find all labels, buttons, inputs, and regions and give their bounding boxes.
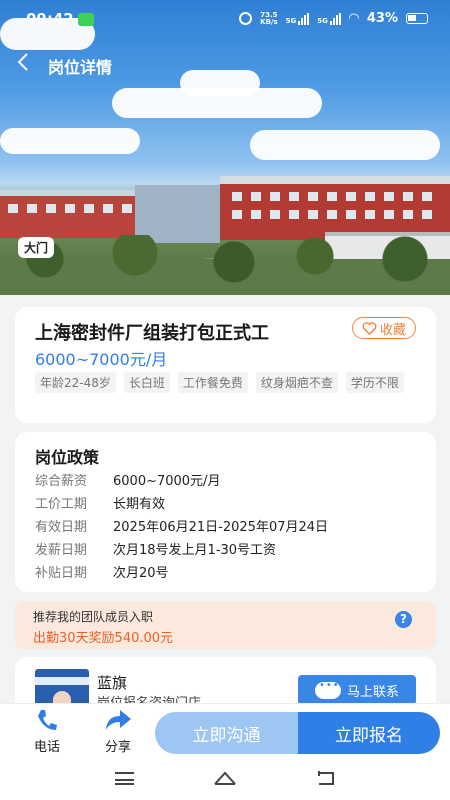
phone-button[interactable]: 电话 <box>22 708 72 755</box>
job-tag: 学历不限 <box>345 372 404 393</box>
referral-reward: 出勤30天奖励540.00元 <box>33 631 174 646</box>
favorite-label: 收藏 <box>379 322 406 338</box>
policy-value: 2025年06月21日-2025年07月24日 <box>113 520 329 535</box>
chat-bubble-icon <box>314 680 341 699</box>
job-policy-card: 岗位政策 综合薪资 6000~7000元/月 工价工期 长期有效 有效日期 20… <box>15 432 436 592</box>
policy-key: 综合薪资 <box>35 474 88 489</box>
page-title: 岗位详情 <box>48 58 113 77</box>
chat-now-button[interactable]: 立即沟通 <box>155 712 298 754</box>
job-title: 上海密封件厂组装打包正式工 <box>35 323 269 344</box>
policy-list: 综合薪资 6000~7000元/月 工价工期 长期有效 有效日期 2025年06… <box>35 468 328 583</box>
back-button[interactable] <box>16 52 40 76</box>
system-nav-bar <box>0 760 450 800</box>
policy-value: 6000~7000元/月 <box>113 474 221 489</box>
share-button[interactable]: 分享 <box>93 708 143 755</box>
net-speed: 73.5 KB/s <box>260 11 278 26</box>
home-icon[interactable] <box>213 770 237 786</box>
apply-now-button[interactable]: 立即报名 <box>298 712 440 754</box>
job-summary-card: 上海密封件厂组装打包正式工 收藏 6000~7000元/月 年龄22-48岁 长… <box>15 307 436 423</box>
heart-outline-icon <box>362 321 377 335</box>
job-hero-image <box>0 0 450 295</box>
bottom-action-bar: 电话 分享 立即沟通 立即报名 <box>0 703 450 760</box>
cloud <box>180 70 260 96</box>
share-arrow-icon <box>93 708 143 736</box>
question-circle-icon[interactable]: ? <box>395 611 412 628</box>
policy-title: 岗位政策 <box>35 448 100 467</box>
policy-row: 发薪日期 次月18号发上月1-30号工资 <box>35 537 328 560</box>
job-tag: 纹身烟疤不查 <box>255 372 338 393</box>
referral-banner[interactable]: 推荐我的团队成员入职 出勤30天奖励540.00元 ? <box>15 601 436 649</box>
menu-icon[interactable] <box>115 772 134 785</box>
job-tag: 年龄22-48岁 <box>35 372 116 393</box>
net-speed-unit: KB/s <box>260 17 278 26</box>
trees <box>0 235 450 295</box>
chevron-left-icon <box>17 53 28 71</box>
job-tag: 长白班 <box>123 372 170 393</box>
policy-key: 补贴日期 <box>35 566 88 581</box>
status-time: 09:42 <box>26 10 74 28</box>
status-bar: 09:42 73.5 KB/s 5G 5G ◠ 43% <box>0 0 450 40</box>
signal-icon: 5G <box>317 12 341 25</box>
battery-icon <box>406 13 428 24</box>
contact-button[interactable]: 马上联系 <box>298 675 416 705</box>
policy-key: 发薪日期 <box>35 543 88 558</box>
policy-row: 有效日期 2025年06月21日-2025年07月24日 <box>35 514 328 537</box>
policy-row: 补贴日期 次月20号 <box>35 560 328 583</box>
back-nav-icon[interactable] <box>315 770 335 786</box>
policy-key: 工价工期 <box>35 497 88 512</box>
policy-row: 综合薪资 6000~7000元/月 <box>35 468 328 491</box>
wifi-icon: ◠ <box>348 11 359 26</box>
building-left <box>0 190 135 238</box>
wechat-notification-icon <box>78 13 94 26</box>
job-salary: 6000~7000元/月 <box>35 350 168 369</box>
cloud <box>0 128 140 154</box>
referral-text: 推荐我的团队成员入职 <box>33 610 154 624</box>
job-tag: 工作餐免费 <box>177 372 248 393</box>
share-label: 分享 <box>104 740 131 755</box>
battery-percent: 43% <box>366 11 398 26</box>
policy-value: 次月20号 <box>113 566 169 581</box>
job-tags: 年龄22-48岁 长白班 工作餐免费 纹身烟疤不查 学历不限 <box>35 372 415 393</box>
recruiter-name: 蓝旗 <box>97 674 128 692</box>
alarm-icon <box>239 12 253 25</box>
phone-label: 电话 <box>33 740 60 755</box>
status-right: 73.5 KB/s 5G 5G ◠ 43% <box>239 11 428 26</box>
policy-key: 有效日期 <box>35 520 88 535</box>
building-right <box>220 176 450 240</box>
policy-value: 次月18号发上月1-30号工资 <box>113 543 277 558</box>
policy-row: 工价工期 长期有效 <box>35 491 328 514</box>
favorite-button[interactable]: 收藏 <box>351 317 416 339</box>
policy-value: 长期有效 <box>113 497 166 512</box>
signal-icon: 5G <box>286 12 310 25</box>
phone-icon <box>22 708 72 736</box>
image-tag: 大门 <box>18 237 55 258</box>
cloud <box>250 130 440 160</box>
contact-label: 马上联系 <box>346 684 399 700</box>
